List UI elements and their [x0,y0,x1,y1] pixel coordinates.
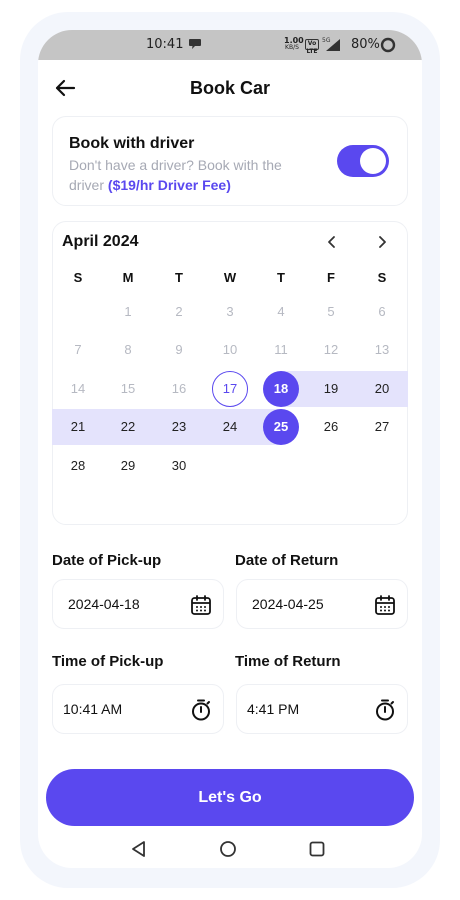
pickup-date-label: Date of Pick-up [52,552,162,569]
status-time: 10:41 [146,37,184,52]
nav-recents-icon[interactable] [308,840,326,858]
calendar-day[interactable]: 28 [60,448,96,484]
stopwatch-icon[interactable] [189,698,213,722]
weekday-label: T [175,270,183,285]
battery-icon [380,37,396,53]
chevron-left-icon[interactable] [324,232,340,252]
calendar-day[interactable]: 2 [161,294,197,330]
calendar-day[interactable]: 10 [212,332,248,368]
calendar-day[interactable]: 23 [161,409,197,445]
nav-home-icon[interactable] [219,840,237,858]
return-time-value: 4:41 PM [247,701,300,717]
svg-text:5G: 5G [322,37,331,44]
calendar-day[interactable]: 21 [60,409,96,445]
calendar-day[interactable]: 13 [364,332,400,368]
calendar-day[interactable]: 1 [110,294,146,330]
header: Book Car [38,60,422,116]
network-speed-unit: KB/S [285,44,299,51]
system-nav-bar [38,840,422,868]
calendar-day[interactable]: 7 [60,332,96,368]
return-date-label: Date of Return [235,552,339,569]
calendar-icon[interactable] [189,593,213,617]
network-speed: 1.00 KB/S [284,36,304,52]
pickup-time-field[interactable]: 10:41 AM [52,684,224,734]
calendar-day[interactable]: 9 [161,332,197,368]
calendar-day[interactable]: 4 [263,294,299,330]
weekday-label: S [377,270,387,285]
weekday-label: W [223,270,237,285]
pickup-time-value: 10:41 AM [63,701,123,717]
driver-option-card: Book with driver Don't have a driver? Bo… [52,116,408,206]
lets-go-button[interactable]: Let's Go [46,769,414,826]
battery-percent: 80% [351,37,380,52]
driver-option-title: Book with driver [69,135,195,152]
calendar-day[interactable]: 12 [313,332,349,368]
calendar-day[interactable]: 27 [364,409,400,445]
pickup-date-field[interactable]: 2024-04-18 [52,579,224,629]
chevron-right-icon[interactable] [374,232,390,252]
calendar-day[interactable]: 20 [364,371,400,407]
calendar-day[interactable]: 22 [110,409,146,445]
calendar-day[interactable]: 6 [364,294,400,330]
calendar-day[interactable]: 16 [161,371,197,407]
driver-fee-text: ($19/hr Driver Fee) [107,177,231,193]
nav-back-icon[interactable] [130,840,148,858]
status-bar: 10:41 1.00 KB/S Vo LTE 5G 80% [38,30,422,60]
chat-notification-icon [189,39,201,49]
calendar-day[interactable]: 14 [60,371,96,407]
calendar-day[interactable]: 8 [110,332,146,368]
weekday-label: M [122,270,134,285]
calendar-day[interactable]: 24 [212,409,248,445]
screen: 10:41 1.00 KB/S Vo LTE 5G 80% Book Car B… [38,30,422,868]
calendar-day[interactable]: 19 [313,371,349,407]
toggle-knob [360,148,386,174]
weekday-label: T [277,270,285,285]
calendar-day[interactable]: 26 [313,409,349,445]
calendar-day[interactable]: 29 [110,448,146,484]
volte-icon: Vo LTE [305,39,319,55]
calendar-day[interactable]: 3 [212,294,248,330]
page-title: Book Car [189,78,270,98]
weekday-label: S [73,270,83,285]
return-time-label: Time of Return [235,653,341,670]
network-speed-value: 1.00 [284,36,304,45]
calendar-icon[interactable] [373,593,397,617]
driver-option-description: Don't have a driver? Book with the drive… [69,155,319,195]
cell-signal-icon: 5G [322,37,340,51]
calendar-day[interactable]: 15 [110,371,146,407]
stopwatch-icon[interactable] [373,698,397,722]
weekday-label: F [327,270,335,285]
today-day[interactable]: 17 [212,371,248,407]
calendar-month-label: April 2024 [62,233,139,250]
return-time-field[interactable]: 4:41 PM [236,684,408,734]
range-end-day[interactable]: 25 [263,409,299,445]
pickup-time-label: Time of Pick-up [52,653,164,670]
range-start-day[interactable]: 18 [263,371,299,407]
calendar-day[interactable]: 11 [263,332,299,368]
pickup-date-value: 2024-04-18 [68,596,140,612]
return-date-field[interactable]: 2024-04-25 [236,579,408,629]
calendar-day[interactable]: 5 [313,294,349,330]
calendar-day[interactable]: 30 [161,448,197,484]
driver-toggle[interactable] [337,145,389,177]
return-date-value: 2024-04-25 [252,596,324,612]
